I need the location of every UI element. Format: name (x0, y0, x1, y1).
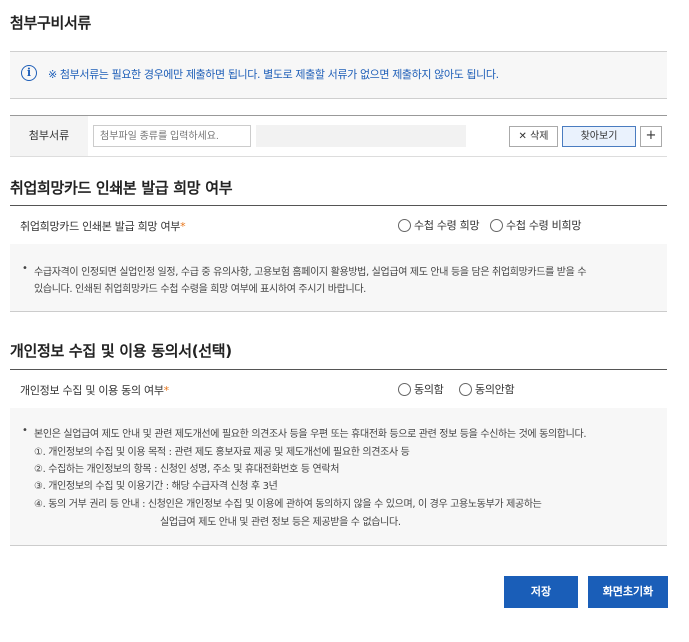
attachment-label: 첨부서류 (10, 116, 88, 156)
privacy-question-label: 개인정보 수집 및 이용 동의 여부* (20, 382, 169, 398)
attachment-type-input[interactable] (93, 125, 251, 147)
reset-button[interactable]: 화면초기화 (588, 576, 668, 608)
close-icon: ✕ (518, 131, 527, 142)
attachments-notice: i ※ 첨부서류는 필요한 경우에만 제출하면 됩니다. 별도로 제출할 서류가… (10, 51, 667, 99)
delete-label: 삭제 (530, 131, 549, 142)
privacy-desc-line-6: 실업급여 제도 안내 및 관련 정보 등은 제공받을 수 없습니다. (160, 517, 401, 528)
privacy-desc-line-1: 본인은 실업급여 제도 안내 및 관련 제도개선에 필요한 의견조사 등을 우편… (34, 429, 587, 440)
privacy-section-title: 개인정보 수집 및 이용 동의서(선택) (10, 342, 232, 360)
card-section-title: 취업희망카드 인쇄본 발급 희망 여부 (10, 179, 233, 197)
notice-text: ※ 첨부서류는 필요한 경우에만 제출하면 됩니다. 별도로 제출할 서류가 없… (48, 68, 499, 81)
info-icon: i (21, 65, 37, 81)
privacy-option-disagree-label: 동의안함 (475, 383, 515, 396)
radio-circle[interactable] (490, 219, 503, 232)
card-option-want[interactable]: 수첩 수령 희망 (398, 217, 480, 233)
radio-circle[interactable] (398, 383, 411, 396)
privacy-desc-line-4: ③. 개인정보의 수집 및 이용기간 : 해당 수급자격 신청 후 3년 (34, 481, 278, 492)
radio-circle[interactable] (459, 383, 472, 396)
privacy-question-text: 개인정보 수집 및 이용 동의 여부 (20, 384, 164, 397)
card-question-label: 취업희망카드 인쇄본 발급 희망 여부* (20, 218, 186, 234)
privacy-desc-line-2: ①. 개인정보의 수집 및 이용 목적 : 관련 제도 홍보자료 제공 및 제도… (34, 447, 410, 458)
required-star: * (180, 220, 186, 233)
bullet: • (22, 425, 28, 436)
card-option-want-label: 수첩 수령 희망 (414, 219, 480, 232)
radio-circle[interactable] (398, 219, 411, 232)
privacy-option-agree[interactable]: 동의함 (398, 381, 444, 397)
privacy-description: • 본인은 실업급여 제도 안내 및 관련 제도개선에 필요한 의견조사 등을 … (10, 408, 667, 546)
privacy-option-disagree[interactable]: 동의안함 (459, 381, 515, 397)
card-question-row: 취업희망카드 인쇄본 발급 희망 여부* 수첩 수령 희망 수첩 수령 비희망 (10, 205, 667, 245)
card-question-text: 취업희망카드 인쇄본 발급 희망 여부 (20, 220, 181, 233)
browse-button[interactable]: 찾아보기 (562, 126, 636, 147)
add-attachment-button[interactable]: + (640, 126, 662, 147)
attachments-title: 첨부구비서류 (10, 14, 92, 32)
card-option-not-want-label: 수첩 수령 비희망 (506, 219, 582, 232)
card-description: • 수급자격이 인정되면 실업인정 일정, 수급 중 유의사항, 고용보험 홈페… (10, 244, 667, 312)
required-star: * (163, 384, 170, 397)
attachment-file-path (256, 125, 466, 147)
privacy-question-row: 개인정보 수집 및 이용 동의 여부* 동의함 동의안함 (10, 369, 667, 409)
privacy-desc-line-5: ④. 동의 거부 권리 등 안내 : 신청인은 개인정보 수집 및 이용에 관하… (34, 499, 542, 510)
card-desc-line-2: 있습니다. 인쇄된 취업희망카드 수첩 수령을 희망 여부에 표시하여 주시기 … (34, 284, 367, 295)
privacy-desc-line-3: ②. 수집하는 개인정보의 항목 : 신청인 성명, 주소 및 휴대전화번호 등… (34, 464, 340, 475)
attachment-row: 첨부서류 ✕ 삭제 찾아보기 + (10, 115, 667, 157)
bullet: • (22, 263, 28, 274)
card-option-not-want[interactable]: 수첩 수령 비희망 (490, 217, 581, 233)
privacy-option-agree-label: 동의함 (414, 383, 444, 396)
save-button[interactable]: 저장 (504, 576, 578, 608)
card-desc-line-1: 수급자격이 인정되면 실업인정 일정, 수급 중 유의사항, 고용보험 홈페이지… (34, 267, 587, 278)
delete-button[interactable]: ✕ 삭제 (509, 126, 558, 147)
